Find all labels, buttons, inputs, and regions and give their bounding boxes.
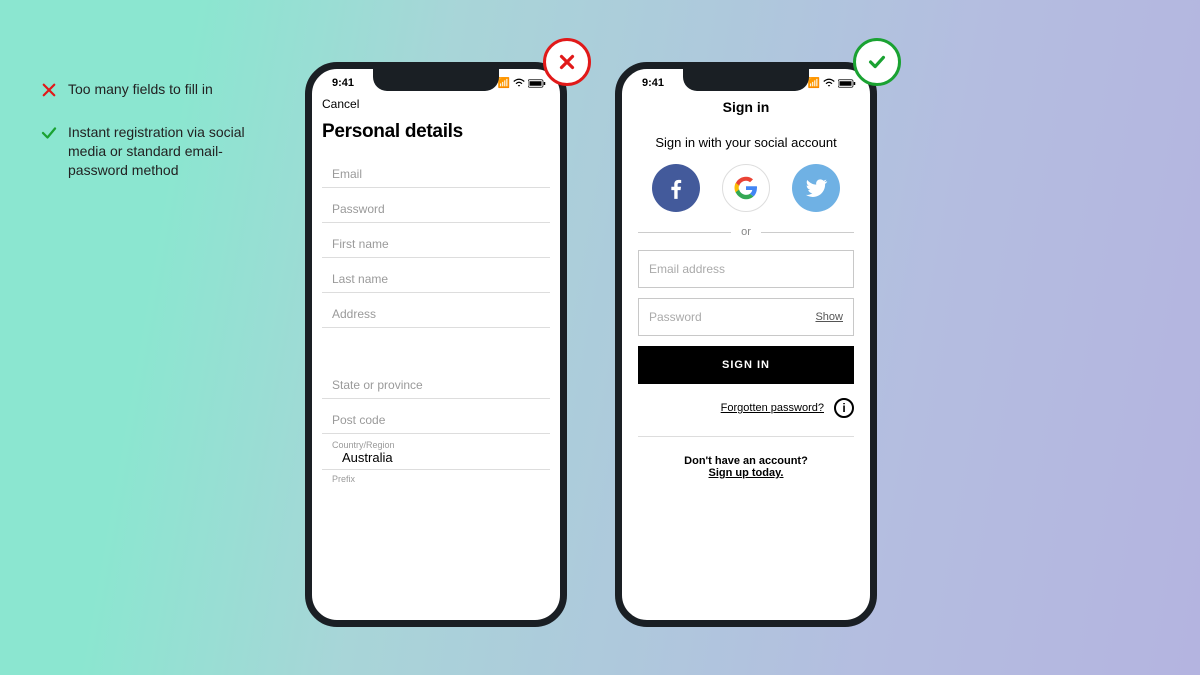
prefix-label: Prefix — [312, 470, 560, 484]
cancel-button[interactable]: Cancel — [322, 97, 359, 111]
annotation-bad: Too many fields to fill in — [40, 80, 270, 99]
good-badge — [853, 38, 901, 86]
password-field[interactable]: Password Show — [638, 298, 854, 336]
address-field[interactable]: Address — [322, 293, 550, 328]
annotation-good-text: Instant registration via social media or… — [68, 123, 270, 180]
annotation-good: Instant registration via social media or… — [40, 123, 270, 180]
signin-button[interactable]: SIGN IN — [638, 346, 854, 384]
country-label: Country/Region — [312, 434, 560, 450]
annotations-panel: Too many fields to fill in Instant regis… — [40, 80, 270, 204]
email-placeholder: Email address — [649, 262, 725, 276]
facebook-icon — [663, 175, 689, 201]
facebook-button[interactable] — [652, 164, 700, 212]
password-placeholder: Password — [649, 310, 702, 324]
email-field[interactable]: Email address — [638, 250, 854, 288]
show-password-button[interactable]: Show — [815, 311, 843, 323]
bad-badge — [543, 38, 591, 86]
status-time: 9:41 — [642, 77, 664, 89]
or-text: or — [741, 226, 751, 238]
country-field[interactable]: Australia — [322, 450, 550, 470]
annotation-bad-text: Too many fields to fill in — [68, 80, 213, 99]
last-name-field[interactable]: Last name — [322, 258, 550, 293]
postcode-field[interactable]: Post code — [322, 399, 550, 434]
phone-bad: 9:41 📶 Cancel Personal details Email Pas… — [305, 62, 567, 627]
page-subtitle: Sign in with your social account — [622, 123, 870, 164]
google-icon — [734, 176, 758, 200]
no-account-text: Don't have an account? — [622, 455, 870, 467]
signup-link[interactable]: Sign up today. — [622, 467, 870, 479]
email-field[interactable]: Email — [322, 153, 550, 188]
wifi-icon — [513, 78, 525, 88]
twitter-button[interactable] — [792, 164, 840, 212]
x-icon — [40, 81, 58, 99]
phone-notch — [683, 69, 809, 91]
x-icon — [556, 51, 578, 73]
signal-icon: 📶 — [498, 78, 510, 89]
battery-icon — [838, 79, 856, 88]
divider — [638, 436, 854, 437]
first-name-field[interactable]: First name — [322, 223, 550, 258]
google-button[interactable] — [722, 164, 770, 212]
phone-notch — [373, 69, 499, 91]
status-right: 📶 — [498, 78, 546, 89]
forgot-password-link[interactable]: Forgotten password? — [721, 402, 824, 414]
check-icon — [40, 124, 58, 142]
or-divider: or — [622, 226, 870, 250]
check-icon — [866, 51, 888, 73]
status-right: 📶 — [808, 78, 856, 89]
page-title: Personal details — [312, 117, 560, 153]
signal-icon: 📶 — [808, 78, 820, 89]
info-icon[interactable]: i — [834, 398, 854, 418]
twitter-icon — [803, 175, 829, 201]
page-title: Sign in — [622, 97, 870, 123]
status-time: 9:41 — [332, 77, 354, 89]
state-field[interactable]: State or province — [322, 364, 550, 399]
battery-icon — [528, 79, 546, 88]
password-field[interactable]: Password — [322, 188, 550, 223]
phone-good: 9:41 📶 Sign in Sign in with your social … — [615, 62, 877, 627]
wifi-icon — [823, 78, 835, 88]
